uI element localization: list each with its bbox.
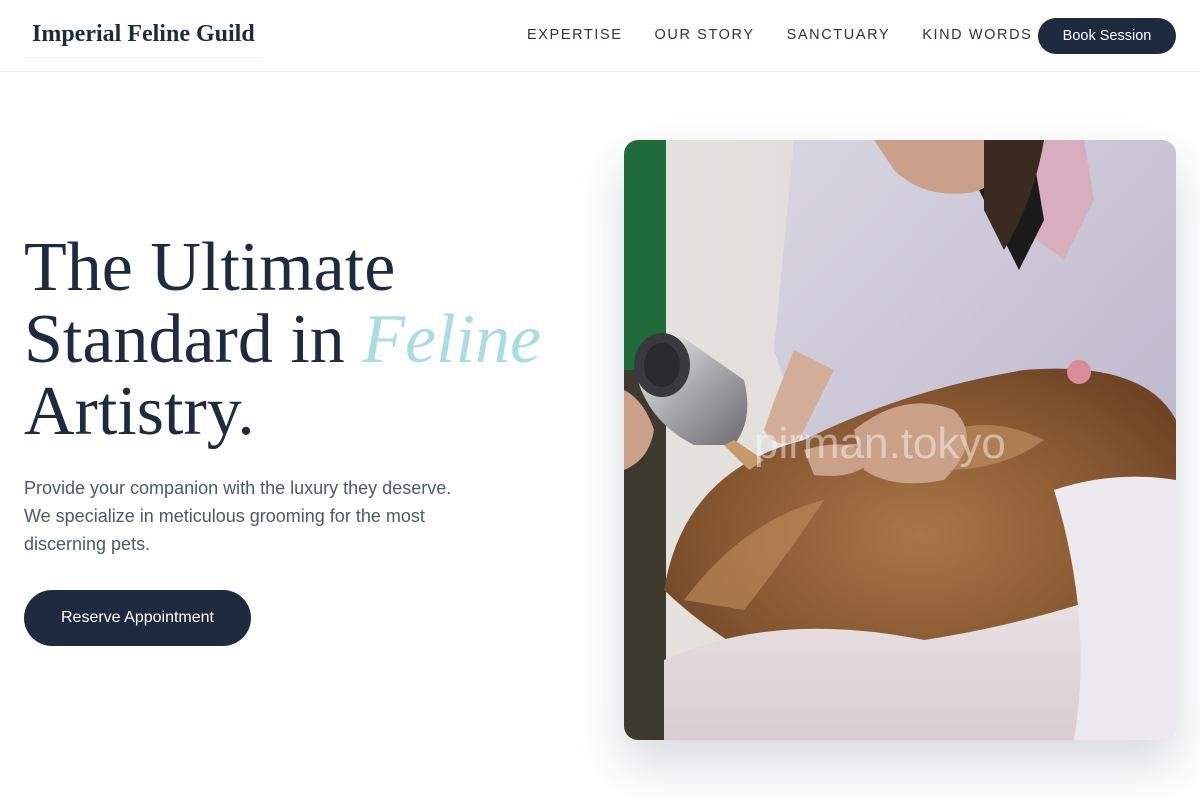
- nav-link-our-story[interactable]: OUR STORY: [655, 24, 755, 46]
- hero-title-accent: Feline: [362, 301, 542, 378]
- hero-subtitle: Provide your companion with the luxury t…: [24, 478, 452, 554]
- hero-title: The Ultimate Standard in Feline Artistry…: [24, 232, 584, 448]
- hero-grooming-photo: pirman.tokyo: [624, 140, 1176, 740]
- hero-title-line-2-prefix: Standard in: [24, 301, 363, 378]
- nav-link-expertise[interactable]: EXPERTISE: [527, 24, 623, 46]
- nav-link-kind-words[interactable]: KIND WORDS: [922, 24, 1032, 46]
- brand-logo[interactable]: Imperial Feline Guild: [24, 12, 263, 58]
- reserve-appointment-button[interactable]: Reserve Appointment: [24, 590, 251, 646]
- grooming-illustration: pirman.tokyo: [624, 140, 1176, 740]
- nav-links: EXPERTISE OUR STORY SANCTUARY KIND WORDS: [527, 24, 1032, 46]
- top-navigation: Imperial Feline Guild EXPERTISE OUR STOR…: [0, 0, 1200, 72]
- hero-title-line-3: Artistry.: [24, 373, 255, 450]
- nav-link-sanctuary[interactable]: SANCTUARY: [787, 24, 891, 46]
- image-watermark: pirman.tokyo: [754, 419, 1006, 468]
- hero-title-line-1: The Ultimate: [24, 229, 396, 306]
- book-session-button[interactable]: Book Session: [1038, 18, 1176, 54]
